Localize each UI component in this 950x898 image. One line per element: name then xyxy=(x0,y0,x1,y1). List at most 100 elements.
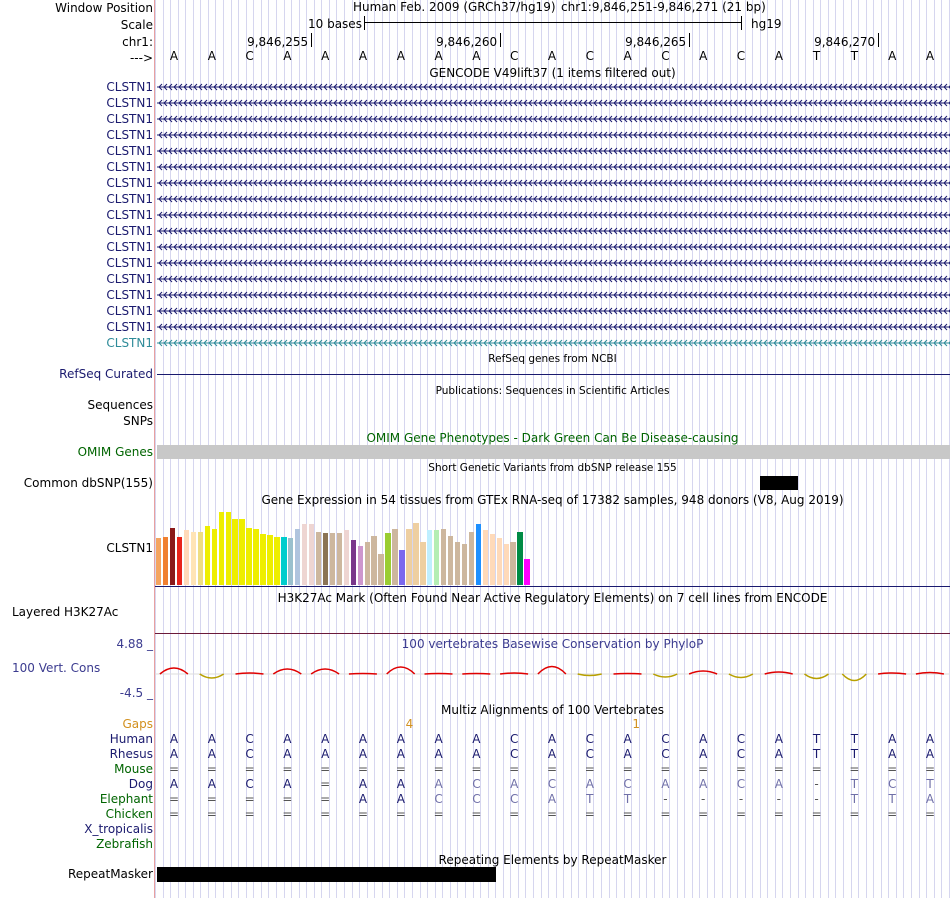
gtex-tissue-bar[interactable] xyxy=(156,538,162,585)
gtex-tissue-bar[interactable] xyxy=(357,546,363,585)
gtex-tissue-bar[interactable] xyxy=(260,534,266,585)
repeatmasker-label[interactable]: RepeatMasker xyxy=(0,867,153,881)
gtex-tissue-bar[interactable] xyxy=(336,533,343,585)
gtex-tissue-bar[interactable] xyxy=(496,538,502,585)
gtex-tissue-bar[interactable] xyxy=(190,532,197,585)
gencode-transcript-label[interactable]: CLSTN1 xyxy=(0,192,153,206)
gtex-tissue-bar[interactable] xyxy=(524,559,530,585)
species-label-human[interactable]: Human xyxy=(0,732,153,746)
gencode-transcript-line[interactable] xyxy=(157,82,950,92)
gtex-tissue-bar[interactable] xyxy=(308,524,315,585)
gencode-transcript-label[interactable]: CLSTN1 xyxy=(0,176,153,190)
gtex-tissue-bar[interactable] xyxy=(420,542,426,585)
phylop-label[interactable]: 100 Vert. Cons xyxy=(12,661,100,675)
gencode-transcript-label[interactable]: CLSTN1 xyxy=(0,208,153,222)
gtex-tissue-bar[interactable] xyxy=(197,532,204,585)
gencode-transcript-line[interactable] xyxy=(157,130,950,140)
gtex-tissue-bar[interactable] xyxy=(378,554,384,585)
gtex-bar-chart[interactable] xyxy=(156,507,556,585)
gencode-transcript-line[interactable] xyxy=(157,338,950,348)
gtex-tissue-bar[interactable] xyxy=(447,536,454,585)
gtex-tissue-bar[interactable] xyxy=(301,524,308,585)
gtex-tissue-bar[interactable] xyxy=(399,550,405,585)
publications-sequences-label[interactable]: Sequences xyxy=(0,398,153,412)
species-label-rhesus[interactable]: Rhesus xyxy=(0,747,153,761)
gtex-tissue-bar[interactable] xyxy=(454,542,461,585)
gtex-tissue-bar[interactable] xyxy=(343,530,350,585)
omim-label[interactable]: OMIM Genes xyxy=(0,445,153,459)
gtex-tissue-bar[interactable] xyxy=(434,530,440,585)
species-label-mouse[interactable]: Mouse xyxy=(0,762,153,776)
gencode-transcript-label[interactable]: CLSTN1 xyxy=(0,160,153,174)
dbsnp-variant[interactable] xyxy=(760,476,798,490)
refseq-label[interactable]: RefSeq Curated xyxy=(0,367,153,381)
gencode-transcript-label[interactable]: CLSTN1 xyxy=(0,288,153,302)
repeatmasker-element[interactable] xyxy=(157,867,496,882)
gencode-transcript-label[interactable]: CLSTN1 xyxy=(0,128,153,142)
gtex-tissue-bar[interactable] xyxy=(253,529,259,585)
gtex-tissue-bar[interactable] xyxy=(489,534,496,585)
gtex-tissue-bar[interactable] xyxy=(440,529,447,585)
gencode-transcript-line[interactable] xyxy=(157,322,950,332)
gencode-transcript-label[interactable]: CLSTN1 xyxy=(0,320,153,334)
gtex-tissue-bar[interactable] xyxy=(413,523,419,585)
species-label-dog[interactable]: Dog xyxy=(0,777,153,791)
gtex-tissue-bar[interactable] xyxy=(364,542,370,585)
gencode-transcript-label[interactable]: CLSTN1 xyxy=(0,224,153,238)
gtex-tissue-bar[interactable] xyxy=(329,533,336,585)
gtex-tissue-bar[interactable] xyxy=(468,532,475,585)
gtex-tissue-bar[interactable] xyxy=(169,528,176,585)
gencode-transcript-label[interactable]: CLSTN1 xyxy=(0,96,153,110)
gtex-tissue-bar[interactable] xyxy=(225,512,231,585)
species-label-zebrafish[interactable]: Zebrafish xyxy=(0,837,153,851)
gtex-tissue-bar[interactable] xyxy=(183,530,190,585)
gencode-transcript-line[interactable] xyxy=(157,146,950,156)
gtex-tissue-bar[interactable] xyxy=(392,529,398,585)
gtex-tissue-bar[interactable] xyxy=(385,533,391,585)
gtex-tissue-bar[interactable] xyxy=(315,532,322,585)
gtex-tissue-bar[interactable] xyxy=(274,537,280,585)
gencode-transcript-label[interactable]: CLSTN1 xyxy=(0,144,153,158)
publications-snps-label[interactable]: SNPs xyxy=(0,414,153,428)
gtex-tissue-bar[interactable] xyxy=(295,529,301,585)
track-image[interactable]: Human Feb. 2009 (GRCh37/hg19) chr1:9,846… xyxy=(155,0,950,898)
gencode-transcript-line[interactable] xyxy=(157,114,950,124)
gtex-tissue-bar[interactable] xyxy=(371,536,377,585)
gencode-transcript-label[interactable]: CLSTN1 xyxy=(0,304,153,318)
gencode-transcript-line[interactable] xyxy=(157,290,950,300)
h3k27ac-label[interactable]: Layered H3K27Ac xyxy=(12,605,118,619)
species-label-x_tropicalis[interactable]: X_tropicalis xyxy=(0,822,153,836)
gencode-transcript-label[interactable]: CLSTN1 xyxy=(0,240,153,254)
gtex-tissue-bar[interactable] xyxy=(239,519,245,585)
gtex-tissue-bar[interactable] xyxy=(510,542,516,585)
gtex-tissue-bar[interactable] xyxy=(218,512,224,585)
gtex-tissue-bar[interactable] xyxy=(406,529,412,585)
gencode-transcript-line[interactable] xyxy=(157,226,950,236)
gencode-transcript-label[interactable]: CLSTN1 xyxy=(0,80,153,94)
gencode-transcript-label[interactable]: CLSTN1 xyxy=(0,256,153,270)
species-label-elephant[interactable]: Elephant xyxy=(0,792,153,806)
refseq-gene-line[interactable] xyxy=(157,374,950,375)
gtex-tissue-bar[interactable] xyxy=(162,537,169,585)
gtex-tissue-bar[interactable] xyxy=(503,544,509,585)
gencode-transcript-label[interactable]: CLSTN1 xyxy=(0,336,153,350)
gtex-tissue-bar[interactable] xyxy=(246,528,252,585)
gtex-label[interactable]: CLSTN1 xyxy=(0,541,153,555)
gtex-tissue-bar[interactable] xyxy=(350,540,357,585)
gtex-tissue-bar[interactable] xyxy=(427,530,433,585)
species-label-chicken[interactable]: Chicken xyxy=(0,807,153,821)
omim-gene-bar[interactable] xyxy=(157,445,950,459)
gtex-tissue-bar[interactable] xyxy=(288,538,294,585)
gencode-transcript-label[interactable]: CLSTN1 xyxy=(0,272,153,286)
gtex-tissue-bar[interactable] xyxy=(211,529,218,585)
gencode-transcript-line[interactable] xyxy=(157,242,950,252)
dbsnp-label[interactable]: Common dbSNP(155) xyxy=(0,476,153,490)
gencode-transcript-label[interactable]: CLSTN1 xyxy=(0,112,153,126)
gtex-tissue-bar[interactable] xyxy=(517,532,523,585)
gencode-transcript-line[interactable] xyxy=(157,194,950,204)
gencode-transcript-line[interactable] xyxy=(157,274,950,284)
gtex-tissue-bar[interactable] xyxy=(475,524,482,585)
gencode-transcript-line[interactable] xyxy=(157,258,950,268)
gtex-tissue-bar[interactable] xyxy=(482,530,489,585)
gtex-tissue-bar[interactable] xyxy=(176,537,183,585)
